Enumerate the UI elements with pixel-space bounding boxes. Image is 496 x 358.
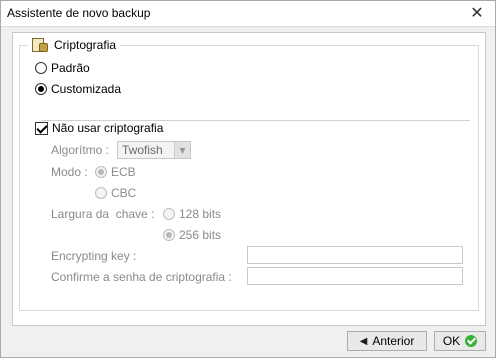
arrow-left-icon: ◀ [359, 335, 368, 347]
confirm-key-label: Confirme a senha de criptografia : [51, 270, 232, 284]
algorithm-label: Algorítmo : [51, 143, 110, 157]
radio-cbc[interactable]: CBC [95, 186, 136, 200]
back-button[interactable]: ◀ Anterior [347, 331, 427, 351]
algorithm-select[interactable]: Twofish ▼ [117, 141, 191, 159]
group-legend: Criptografia [28, 36, 121, 54]
radio-128-label: 128 bits [179, 207, 222, 221]
algorithm-value: Twofish [122, 143, 163, 157]
checkmark-icon [465, 335, 478, 347]
encrypting-key-label: Encrypting key : [51, 249, 137, 263]
backup-wizard-window: Assistente de novo backup ✕ Criptografia… [0, 0, 496, 358]
radio-256-bits[interactable]: 256 bits [163, 228, 221, 242]
ok-button[interactable]: OK [434, 331, 486, 351]
no-encryption-label: Não usar criptografia [52, 121, 164, 135]
encryption-icon [32, 38, 48, 52]
radio-customizada[interactable]: Customizada [35, 82, 121, 96]
confirm-key-input[interactable] [247, 267, 463, 285]
radio-padrao-label: Padrão [51, 61, 90, 75]
no-encryption-checkbox[interactable] [35, 121, 48, 135]
key-width-label: Largura da chave : [51, 207, 155, 221]
radio-padrao[interactable]: Padrão [35, 61, 90, 75]
radio-cbc-label: CBC [111, 186, 137, 200]
content-panel: Criptografia Padrão Customizada Não usar… [12, 32, 486, 326]
radio-128-bits[interactable]: 128 bits [163, 207, 221, 221]
ok-button-label: OK [442, 334, 461, 348]
radio-128-indicator[interactable] [163, 208, 175, 220]
group-title: Criptografia [54, 38, 117, 52]
no-encryption-checkbox-row[interactable]: Não usar criptografia [35, 121, 163, 135]
radio-ecb-indicator[interactable] [95, 166, 107, 178]
radio-cbc-indicator[interactable] [95, 187, 107, 199]
radio-ecb-label: ECB [111, 165, 136, 179]
encrypting-key-input[interactable] [247, 246, 463, 264]
title-bar: Assistente de novo backup ✕ [1, 1, 495, 27]
radio-customizada-indicator[interactable] [35, 83, 47, 95]
radio-256-label: 256 bits [179, 228, 222, 242]
radio-256-indicator[interactable] [163, 229, 175, 241]
back-button-label: Anterior [372, 334, 415, 348]
radio-customizada-label: Customizada [51, 82, 122, 96]
radio-padrao-indicator[interactable] [35, 62, 47, 74]
chevron-down-icon[interactable]: ▼ [174, 142, 190, 158]
radio-ecb[interactable]: ECB [95, 165, 136, 179]
encryption-group: Criptografia Padrão Customizada Não usar… [19, 36, 479, 311]
window-title: Assistente de novo backup [7, 6, 151, 20]
mode-label: Modo : [51, 165, 88, 179]
close-icon[interactable]: ✕ [467, 3, 487, 23]
